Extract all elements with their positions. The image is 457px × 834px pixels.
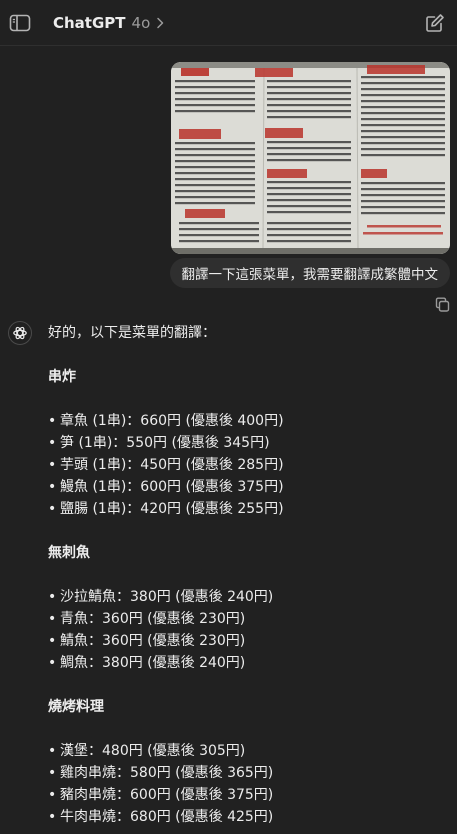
list-item: 芋頭 (1串)：450円 (優惠後 285円) [48, 454, 448, 476]
menu-photo-drawing [171, 62, 450, 254]
sidebar-icon[interactable] [7, 10, 33, 36]
top-bar: ChatGPT 4o [0, 0, 457, 46]
model-label: 4o [131, 14, 151, 32]
menu-section-boneless-fish: 無刺魚 沙拉鯖魚：380円 (優惠後 240円) 青魚：360円 (優惠後 23… [48, 542, 448, 674]
assistant-avatar [8, 321, 32, 345]
list-item: 鯖魚：360円 (優惠後 230円) [48, 630, 448, 652]
menu-section-kushikatsu: 串炸 章魚 (1串)：660円 (優惠後 400円) 笋 (1串)：550円 (… [48, 366, 448, 520]
list-item: 牛肉串燒：680円 (優惠後 425円) [48, 806, 448, 828]
list-item: 豬肉串燒：600円 (優惠後 375円) [48, 784, 448, 806]
copy-icon[interactable] [434, 296, 451, 313]
item-list: 章魚 (1串)：660円 (優惠後 400円) 笋 (1串)：550円 (優惠後… [48, 410, 448, 520]
new-chat-icon[interactable] [422, 10, 448, 36]
menu-section-grill: 燒烤料理 漢堡：480円 (優惠後 305円) 雞肉串燒：580円 (優惠後 3… [48, 696, 448, 828]
user-message-text: 翻譯一下這張菜單，我需要翻譯成繁體中文 [181, 267, 439, 283]
openai-logo-icon [13, 326, 27, 340]
list-item: 鰻魚 (1串)：600円 (優惠後 375円) [48, 476, 448, 498]
item-list: 沙拉鯖魚：380円 (優惠後 240円) 青魚：360円 (優惠後 230円) … [48, 586, 448, 674]
list-item: 鯛魚：380円 (優惠後 240円) [48, 652, 448, 674]
section-title: 無刺魚 [48, 545, 90, 561]
model-selector[interactable]: ChatGPT 4o [53, 13, 165, 33]
menu-photo[interactable] [171, 62, 450, 254]
list-item: 青魚：360円 (優惠後 230円) [48, 608, 448, 630]
list-item: 笋 (1串)：550円 (優惠後 345円) [48, 432, 448, 454]
section-title: 串炸 [48, 369, 76, 385]
list-item: 漢堡：480円 (優惠後 305円) [48, 740, 448, 762]
assistant-message: 好的，以下是菜單的翻譯： 串炸 章魚 (1串)：660円 (優惠後 400円) … [48, 322, 448, 828]
assistant-intro: 好的，以下是菜單的翻譯： [48, 325, 216, 341]
item-list: 漢堡：480円 (優惠後 305円) 雞肉串燒：580円 (優惠後 365円) … [48, 740, 448, 828]
list-item: 鹽腸 (1串)：420円 (優惠後 255円) [48, 498, 448, 520]
chevron-right-icon [157, 17, 164, 29]
list-item: 沙拉鯖魚：380円 (優惠後 240円) [48, 586, 448, 608]
list-item: 雞肉串燒：580円 (優惠後 365円) [48, 762, 448, 784]
chat-app: ChatGPT 4o 翻譯一下這張菜單，我需要翻譯成繁體中文 好的，以下是菜單的… [0, 0, 457, 834]
user-message-bubble: 翻譯一下這張菜單，我需要翻譯成繁體中文 [169, 258, 450, 288]
app-title: ChatGPT [53, 14, 126, 32]
list-item: 章魚 (1串)：660円 (優惠後 400円) [48, 410, 448, 432]
section-title: 燒烤料理 [48, 699, 104, 715]
